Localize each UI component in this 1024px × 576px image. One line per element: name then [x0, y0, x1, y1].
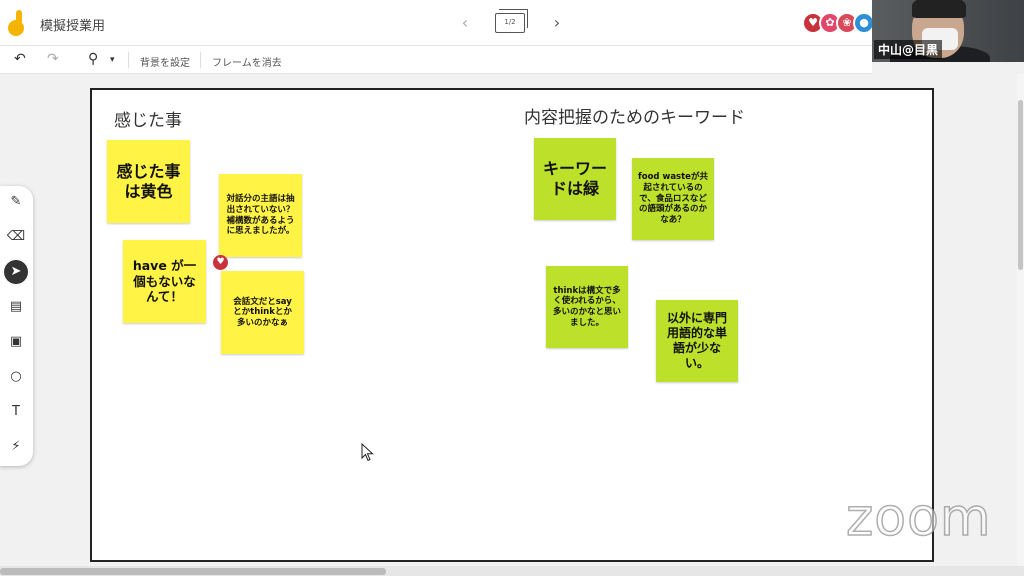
- whiteboard-canvas[interactable]: [90, 88, 934, 562]
- document-title[interactable]: 模擬授業用: [40, 15, 105, 34]
- sticky-note[interactable]: 会話文だとsayとかthinkとか多いのかなぁ: [221, 271, 304, 354]
- horizontal-scrollbar[interactable]: [0, 566, 1024, 576]
- zoom-watermark: zoom: [845, 487, 992, 549]
- pen-tool-icon[interactable]: ✎: [4, 190, 28, 214]
- mouse-pointer-icon: [361, 443, 374, 462]
- sticky-note-tool-icon[interactable]: ▤: [4, 295, 28, 319]
- frame-indicator-button[interactable]: 1/2: [495, 9, 528, 33]
- zoom-dropdown-chevron-icon[interactable]: ▾: [110, 55, 115, 65]
- sticky-note[interactable]: thinkは構文で多く使われるから、多いのかなと思いました。: [546, 266, 628, 348]
- vertical-scrollbar[interactable]: [1017, 74, 1024, 566]
- jamboard-logo-icon: [8, 10, 26, 36]
- image-tool-icon[interactable]: ▣: [4, 330, 28, 354]
- sticky-note[interactable]: 以外に専門用語的な単語が少ない。: [656, 300, 738, 382]
- edit-toolbar: ↶ ↷ ⚲ ▾ 背景を設定 フレームを消去: [0, 46, 872, 74]
- participant-name-label: 中山@目黒: [874, 40, 943, 59]
- participant-video-thumbnail[interactable]: 中山@目黒: [872, 0, 1024, 62]
- top-bar: 模擬授業用 ‹ 1/2 › ♥ ✿ ❀ ●: [0, 0, 1024, 46]
- undo-icon[interactable]: ↶: [14, 51, 26, 67]
- horizontal-scroll-thumb[interactable]: [0, 568, 386, 575]
- zoom-icon[interactable]: ⚲: [88, 51, 98, 67]
- heading-felt-things[interactable]: 感じた事: [114, 106, 182, 131]
- sticky-note[interactable]: 対話分の主語は抽出されていない？補構数があるように思えましたが。: [219, 174, 302, 257]
- tool-sidebar: ✎ ⌫ ➤ ▤ ▣ ○ T ⚡: [0, 186, 33, 466]
- clear-frame-button[interactable]: フレームを消去: [212, 54, 282, 69]
- set-background-button[interactable]: 背景を設定: [140, 54, 190, 69]
- sticky-note[interactable]: キーワードは緑: [534, 138, 616, 220]
- vertical-scroll-thumb[interactable]: [1018, 100, 1023, 270]
- shape-tool-icon[interactable]: ○: [4, 365, 28, 389]
- redo-icon[interactable]: ↷: [47, 51, 59, 67]
- sticky-note[interactable]: 感じた事は黄色: [107, 140, 190, 223]
- eraser-tool-icon[interactable]: ⌫: [4, 225, 28, 249]
- previous-frame-button[interactable]: ‹: [456, 13, 474, 32]
- next-frame-button[interactable]: ›: [548, 13, 566, 32]
- collaborator-pointer-icon: ♥: [213, 255, 228, 270]
- laser-tool-icon[interactable]: ⚡: [4, 435, 28, 459]
- heading-keywords[interactable]: 内容把握のためのキーワード: [524, 103, 745, 128]
- sticky-note[interactable]: have が一個もないなんて！: [123, 240, 206, 323]
- text-box-tool-icon[interactable]: T: [4, 400, 28, 424]
- sticky-note[interactable]: food wasteが共起されているので、食品ロスなどの語頭があるのかなあ？: [632, 158, 714, 240]
- select-tool-icon[interactable]: ➤: [4, 260, 28, 284]
